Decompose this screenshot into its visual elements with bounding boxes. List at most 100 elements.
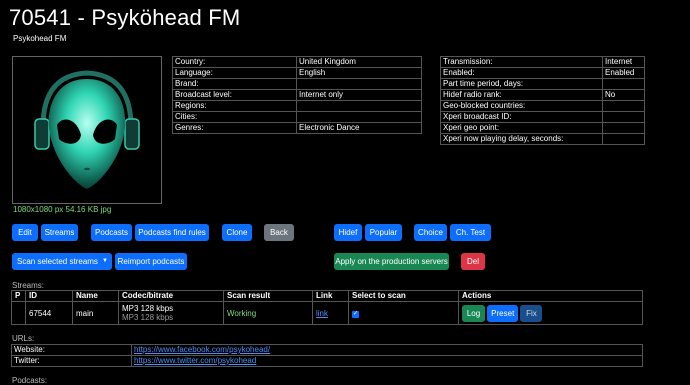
info-value (296, 111, 422, 123)
info-label: Geo-blocked countries: (440, 100, 603, 112)
scan-selected-streams-button[interactable]: Scan selected streams ▼ (12, 253, 112, 270)
image-info: 1080x1080 px 54.16 KB jpg (13, 205, 112, 214)
info-value: Internet only (296, 89, 422, 101)
col-header-select-to-scan: Select to scan (348, 290, 459, 302)
website-link[interactable]: https://www.facebook.com/psykohead/ (134, 345, 270, 354)
cell-name: main (72, 301, 119, 325)
cell-p (11, 301, 26, 325)
streams-button[interactable]: Streams (41, 224, 78, 241)
info-label: Broadcast level: (172, 89, 297, 101)
codec-primary: MP3 128 kbps (122, 304, 174, 313)
info-value: United Kingdom (296, 56, 422, 68)
urls-table: Website: https://www.facebook.com/psykoh… (11, 344, 643, 367)
url-value-website: https://www.facebook.com/psykohead/ (131, 344, 643, 356)
info-value (602, 133, 645, 145)
streams-table: P ID Name Codec/bitrate Scan result Link… (11, 290, 643, 325)
col-header-name: Name (72, 290, 119, 302)
info-label: Xperi now playing delay, seconds: (440, 133, 603, 145)
ch-test-button[interactable]: Ch. Test (450, 224, 491, 241)
info-row: Hidef radio rank: No (440, 89, 645, 101)
col-header-codec: Codec/bitrate (118, 290, 224, 302)
url-label-website: Website: (11, 344, 132, 356)
info-row: Country: United Kingdom (172, 56, 422, 68)
info-row: Genres: Electronic Dance (172, 122, 422, 134)
edit-button[interactable]: Edit (12, 224, 38, 241)
info-label: Cities: (172, 111, 297, 123)
log-button[interactable]: Log (462, 304, 485, 322)
info-row: Transmission: Internet (440, 56, 645, 68)
info-label: Language: (172, 67, 297, 79)
station-logo-image (12, 56, 162, 204)
cell-select: ✓ (348, 301, 459, 325)
info-row: Language: English (172, 67, 422, 79)
col-header-link: Link (312, 290, 349, 302)
back-button[interactable]: Back (264, 224, 294, 241)
hidef-button[interactable]: Hidef (334, 224, 362, 241)
info-row: Enabled: Enabled (440, 67, 645, 79)
info-row: Regions: (172, 100, 422, 112)
choice-button[interactable]: Choice (414, 224, 447, 241)
info-row: Xperi now playing delay, seconds: (440, 133, 645, 145)
popular-button[interactable]: Popular (365, 224, 402, 241)
cell-scan-result: Working (223, 301, 313, 325)
info-row: Geo-blocked countries: (440, 100, 645, 112)
podcasts-find-rules-button[interactable]: Podcasts find rules (135, 224, 209, 241)
info-value: Electronic Dance (296, 122, 422, 134)
station-info-table-right: Transmission: Internet Enabled: Enabled Part… (440, 56, 645, 145)
info-value: Internet (602, 56, 645, 68)
streams-section-label: Streams: (12, 281, 45, 290)
info-label: Enabled: (440, 67, 603, 79)
info-value (602, 78, 645, 90)
info-label: Hidef radio rank: (440, 89, 603, 101)
apply-production-button[interactable]: Apply on the production servers (334, 253, 449, 270)
info-value: Enabled (602, 67, 645, 79)
cell-id: 67544 (25, 301, 73, 325)
clone-button[interactable]: Clone (222, 224, 252, 241)
info-label: Country: (172, 56, 297, 68)
info-row: Cities: (172, 111, 422, 123)
reimport-podcasts-button[interactable]: Reimport podcasts (115, 253, 187, 270)
col-header-id: ID (25, 290, 73, 302)
info-value (296, 78, 422, 90)
info-row: Xperi broadcast ID: (440, 111, 645, 123)
info-value (602, 111, 645, 123)
urls-section-label: URLs: (12, 334, 35, 343)
info-row: Brand: (172, 78, 422, 90)
preset-button[interactable]: Preset (487, 304, 519, 322)
info-value (602, 122, 645, 134)
chevron-down-icon[interactable]: ▼ (102, 253, 108, 270)
info-label: Part time period, days: (440, 78, 603, 90)
info-label: Transmission: (440, 56, 603, 68)
scan-selected-streams-label: Scan selected streams (17, 257, 98, 266)
podcasts-button[interactable]: Podcasts (91, 224, 132, 241)
col-header-actions: Actions (458, 290, 643, 302)
cell-actions: Log Preset Fix (458, 301, 643, 325)
col-header-p: P (11, 290, 26, 302)
station-subtitle: Psykohead FM (13, 34, 67, 43)
info-row: Part time period, days: (440, 78, 645, 90)
info-label: Xperi broadcast ID: (440, 111, 603, 123)
codec-secondary: MP3 128 kbps (122, 313, 174, 322)
cell-codec: MP3 128 kbps MP3 128 kbps (118, 301, 224, 325)
fix-button[interactable]: Fix (520, 304, 543, 322)
info-label: Genres: (172, 122, 297, 134)
info-row: Xperi geo point: (440, 122, 645, 134)
station-info-table-left: Country: United Kingdom Language: English Br… (172, 56, 422, 134)
delete-button[interactable]: Del (461, 253, 485, 270)
table-row: 67544 main MP3 128 kbps MP3 128 kbps Wor… (11, 301, 643, 325)
info-value (296, 100, 422, 112)
twitter-link[interactable]: https://www.twitter.com/psykohead (134, 356, 256, 365)
col-header-scan-result: Scan result (223, 290, 313, 302)
info-label: Brand: (172, 78, 297, 90)
page-title: 70541 - Psyköhead FM (9, 5, 241, 30)
url-label-twitter: Twitter: (11, 355, 132, 367)
url-value-twitter: https://www.twitter.com/psykohead (131, 355, 643, 367)
info-value: English (296, 67, 422, 79)
select-to-scan-checkbox[interactable]: ✓ (352, 311, 359, 318)
info-label: Xperi geo point: (440, 122, 603, 134)
info-label: Regions: (172, 100, 297, 112)
stream-link[interactable]: link (316, 309, 328, 318)
info-value (602, 100, 645, 112)
podcasts-section-label: Podcasts: (12, 376, 48, 385)
info-row: Broadcast level: Internet only (172, 89, 422, 101)
